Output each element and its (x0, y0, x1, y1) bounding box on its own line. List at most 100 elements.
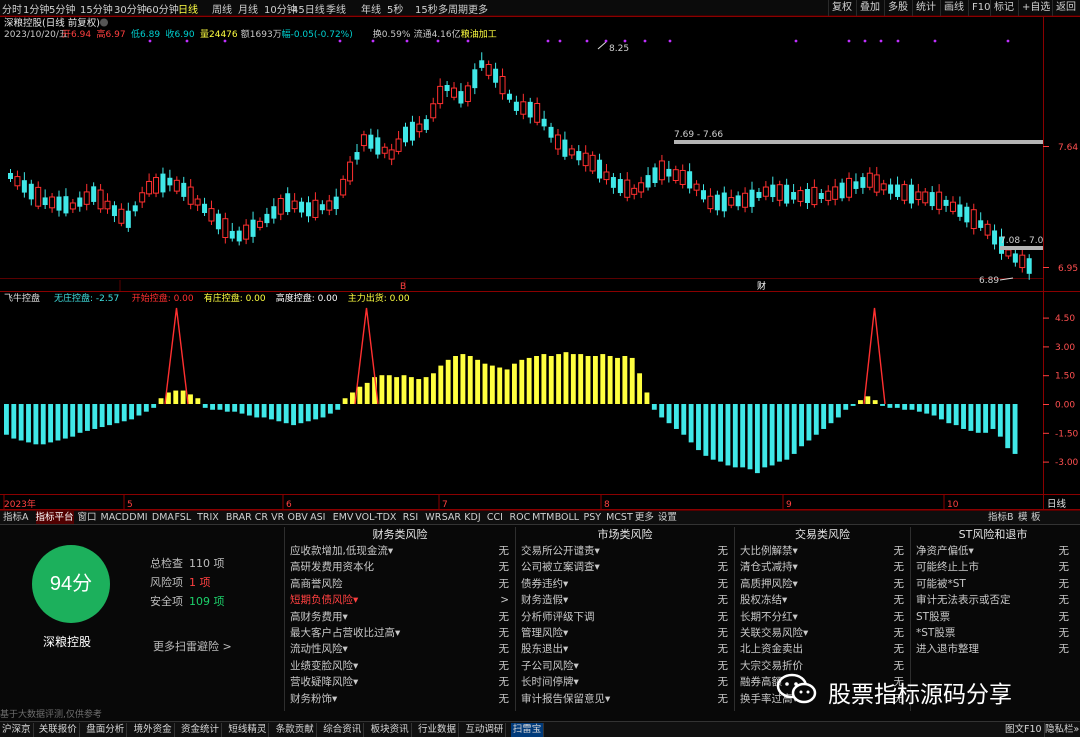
risk-item[interactable]: *ST股票 无 (911, 625, 1075, 641)
risk-item[interactable]: 审计报告保留意见▾ 无 (516, 691, 734, 707)
risk-item[interactable]: 长时间停牌▾ 无 (516, 674, 734, 690)
risk-item[interactable]: 短期负债风险▾ > (285, 592, 515, 608)
risk-item[interactable]: 营收疑降风险▾ 无 (285, 674, 515, 690)
bottom-tab[interactable]: 盘面分析 (84, 723, 128, 737)
period-tab[interactable]: 30分钟 (114, 1, 147, 16)
indicator-tab-right[interactable]: 板 (1031, 511, 1041, 524)
risk-item[interactable]: 债券违约▾ 无 (516, 576, 734, 592)
indicator-tab[interactable]: VR (271, 511, 284, 524)
period-tab[interactable]: 月线 (238, 1, 258, 16)
risk-item[interactable]: 股权冻结▾ 无 (735, 592, 910, 608)
risk-item[interactable]: 可能终止上市 无 (911, 559, 1075, 575)
risk-item[interactable]: 清仓式减持▾ 无 (735, 559, 910, 575)
risk-item[interactable]: 管理风险▾ 无 (516, 625, 734, 641)
risk-item[interactable]: 高质押风险▾ 无 (735, 576, 910, 592)
indicator-tab[interactable]: WR (425, 511, 441, 524)
bottom-tab[interactable]: 互动调研 (463, 723, 507, 737)
indicator-tab-right[interactable]: 指标B (988, 511, 1014, 524)
indicator-tab[interactable]: TRIX (197, 511, 219, 524)
risk-item[interactable]: 可能被*ST 无 (911, 576, 1075, 592)
bottom-tab-right[interactable]: 隐私栏» (1043, 723, 1080, 737)
tool-button[interactable]: 复权 (828, 0, 856, 16)
axis-period-label[interactable]: 日线 (1047, 498, 1067, 510)
period-tab[interactable]: 1分钟 (23, 1, 49, 16)
bottom-tab[interactable]: 沪深京 (0, 723, 34, 737)
bottom-tab[interactable]: 境外资金 (132, 723, 175, 737)
period-tab[interactable]: 更多 (468, 1, 488, 16)
indicator-tab[interactable]: MTM (532, 511, 554, 524)
period-tab[interactable]: 年线 (361, 1, 381, 16)
tool-button[interactable]: 标记 (990, 0, 1018, 16)
tool-button[interactable]: 多股 (884, 0, 912, 16)
period-tab[interactable]: 多周期 (438, 1, 468, 16)
indicator-tab[interactable]: OBV (288, 511, 308, 524)
indicator-tab[interactable]: VOL-TDX (355, 511, 396, 524)
stock-title[interactable]: 深粮控股(日线 前复权) (4, 17, 100, 29)
risk-item[interactable]: 审计无法表示或否定 无 (911, 592, 1075, 608)
risk-item[interactable]: 分析师评级下调 无 (516, 609, 734, 625)
indicator-tab[interactable]: BRAR (226, 511, 252, 524)
indicator-tab[interactable]: FSL (175, 511, 192, 524)
indicator-tab[interactable]: BOLL (555, 511, 579, 524)
risk-item[interactable]: 财务粉饰▾ 无 (285, 691, 515, 707)
risk-item[interactable]: 净资产偏低▾ 无 (911, 543, 1075, 559)
risk-item[interactable]: 北上资金卖出 无 (735, 641, 910, 657)
bottom-tab[interactable]: 行业数据 (416, 723, 460, 737)
indicator-tab-right[interactable]: 模 (1018, 511, 1028, 524)
risk-item[interactable]: 关联交易风险▾ 无 (735, 625, 910, 641)
bottom-tab[interactable]: 综合资讯 (321, 723, 365, 737)
indicator-tab[interactable]: MCST (606, 511, 633, 524)
period-tab[interactable]: 5分钟 (49, 1, 75, 16)
risk-item[interactable]: 高财务费用▾ 无 (285, 609, 515, 625)
risk-item[interactable]: 公司被立案调查▾ 无 (516, 559, 734, 575)
period-tab[interactable]: 日线 (178, 1, 198, 16)
bottom-tab[interactable]: 关联报价 (37, 723, 80, 737)
indicator-tab[interactable]: 指标平台 (35, 511, 74, 524)
tool-button[interactable]: +自选 (1018, 0, 1052, 16)
tool-button[interactable]: F10 (968, 0, 990, 16)
period-tab[interactable]: 15分钟 (80, 1, 113, 16)
period-tab[interactable]: 60分钟 (146, 1, 179, 16)
risk-item[interactable]: 股东退出▾ 无 (516, 641, 734, 657)
tool-button[interactable]: 叠加 (856, 0, 884, 16)
bottom-tab[interactable]: 扫雷宝 (510, 723, 545, 737)
risk-item[interactable]: 长期不分红▾ 无 (735, 609, 910, 625)
risk-item[interactable]: 流动性风险▾ 无 (285, 641, 515, 657)
more-scan-link[interactable]: 更多扫雷避险 > (153, 638, 232, 654)
indicator-tab[interactable]: 设置 (658, 511, 677, 524)
risk-item[interactable]: 进入退市整理 无 (911, 641, 1075, 657)
risk-item[interactable]: 交易所公开谴责▾ 无 (516, 543, 734, 559)
indicator-tab[interactable]: 窗口 (78, 511, 97, 524)
bottom-tab[interactable]: 资金统计 (179, 723, 223, 737)
risk-item[interactable]: 业绩变脸风险▾ 无 (285, 658, 515, 674)
risk-item[interactable]: 高商誉风险 无 (285, 576, 515, 592)
period-tab[interactable]: 分时 (2, 1, 22, 16)
indicator-tab[interactable]: ROC (510, 511, 531, 524)
risk-item[interactable]: ST股票 无 (911, 609, 1075, 625)
indicator-tab[interactable]: CCI (487, 511, 503, 524)
indicator-tab[interactable]: RSI (403, 511, 418, 524)
indicator-tab[interactable]: SAR (442, 511, 461, 524)
bottom-tab-right[interactable]: 图文F10 (1003, 723, 1045, 737)
period-tab[interactable]: 5秒 (387, 1, 403, 16)
period-tab[interactable]: 45日线 (292, 1, 325, 16)
dropdown-icon[interactable] (100, 18, 108, 27)
kline-chart[interactable]: 深粮控股(日线 前复权) 2023/10/20/五 开6.94 高6.97 低6.8… (0, 16, 1080, 292)
indicator-tab[interactable]: 指标A (3, 511, 29, 524)
indicator-tab[interactable]: DMI (129, 511, 147, 524)
indicator-tab[interactable]: DMA (152, 511, 174, 524)
indicator-tab[interactable]: KDJ (464, 511, 480, 524)
indicator-tab[interactable]: EMV (333, 511, 354, 524)
tool-button[interactable]: 返回 (1052, 0, 1080, 16)
risk-item[interactable]: 大比例解禁▾ 无 (735, 543, 910, 559)
risk-item[interactable]: 最大客户占营收比过高▾ 无 (285, 625, 515, 641)
indicator-tab[interactable]: MACD (101, 511, 129, 524)
period-tab[interactable]: 周线 (212, 1, 232, 16)
bottom-tab[interactable]: 板块资讯 (369, 723, 412, 737)
risk-item[interactable]: 高研发费用资本化 无 (285, 559, 515, 575)
indicator-tab[interactable]: PSY (584, 511, 602, 524)
indicator-chart[interactable]: 飞牛控盘 无庄控盘: -2.57 开始控盘: 0.00 有庄控盘: 0.00 高度控盘:… (0, 292, 1080, 510)
risk-item[interactable]: 财务造假▾ 无 (516, 592, 734, 608)
tool-button[interactable]: 统计 (912, 0, 940, 16)
period-tab[interactable]: 季线 (326, 1, 346, 16)
